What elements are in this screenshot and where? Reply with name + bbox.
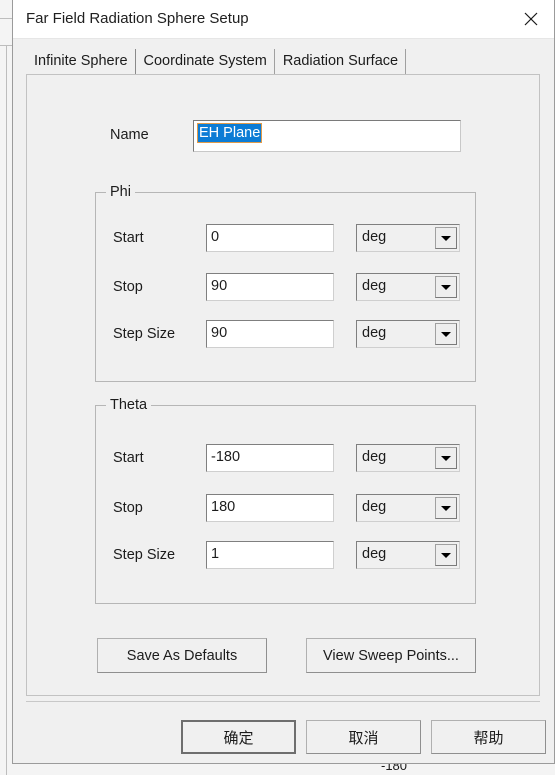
dialog-titlebar: Far Field Radiation Sphere Setup — [13, 0, 554, 39]
tabstrip: Infinite Sphere Coordinate System Radiat… — [26, 45, 407, 75]
theta-start-input[interactable]: -180 — [206, 444, 334, 472]
theta-stop-input[interactable]: 180 — [206, 494, 334, 522]
theta-step-size-input[interactable]: 1 — [206, 541, 334, 569]
theta-step-size-unit-value: deg — [362, 546, 387, 562]
background-panel-edge — [0, 18, 12, 19]
phi-stop-unit-select[interactable]: deg — [356, 273, 460, 301]
name-input[interactable]: EH Plane — [193, 120, 461, 152]
theta-start-label: Start — [113, 450, 144, 466]
chevron-down-icon[interactable] — [435, 447, 457, 469]
theta-stop-unit-select[interactable]: deg — [356, 494, 460, 522]
theta-step-size-unit-select[interactable]: deg — [356, 541, 460, 569]
tab-label: Infinite Sphere — [34, 53, 128, 69]
footer-separator — [26, 701, 540, 702]
cancel-button[interactable]: 取消 — [306, 720, 421, 754]
phi-groupbox: Phi Start 0 deg Stop 90 deg Step Size 90… — [95, 184, 476, 382]
phi-step-size-input[interactable]: 90 — [206, 320, 334, 348]
phi-step-size-unit-select[interactable]: deg — [356, 320, 460, 348]
theta-stop-unit-value: deg — [362, 499, 387, 515]
dialog-title: Far Field Radiation Sphere Setup — [26, 10, 249, 27]
phi-step-size-label: Step Size — [113, 326, 176, 342]
tab-infinite-sphere[interactable]: Infinite Sphere — [26, 47, 136, 75]
save-as-defaults-button[interactable]: Save As Defaults — [97, 638, 267, 673]
phi-stop-unit-value: deg — [362, 278, 387, 294]
tab-radiation-surface[interactable]: Radiation Surface — [274, 47, 407, 75]
close-icon[interactable] — [508, 0, 554, 37]
chevron-down-icon[interactable] — [435, 497, 457, 519]
phi-start-unit-select[interactable]: deg — [356, 224, 460, 252]
far-field-radiation-sphere-setup-dialog: Far Field Radiation Sphere Setup Infinit… — [12, 0, 555, 764]
theta-stop-label: Stop — [113, 500, 143, 516]
tab-coordinate-system[interactable]: Coordinate System — [135, 47, 276, 75]
tab-label: Coordinate System — [143, 53, 267, 69]
help-button[interactable]: 帮助 — [431, 720, 546, 754]
view-sweep-points-button[interactable]: View Sweep Points... — [306, 638, 476, 673]
phi-start-unit-value: deg — [362, 229, 387, 245]
background-panel-edge — [6, 46, 7, 775]
phi-start-input[interactable]: 0 — [206, 224, 334, 252]
tab-label: Radiation Surface — [282, 53, 399, 69]
phi-stop-label: Stop — [113, 279, 143, 295]
theta-groupbox: Theta Start -180 deg Stop 180 deg Step S… — [95, 397, 476, 604]
name-input-value: EH Plane — [196, 123, 263, 143]
theta-group-legend: Theta — [106, 397, 152, 413]
phi-step-size-unit-value: deg — [362, 325, 387, 341]
name-label: Name — [110, 127, 149, 143]
chevron-down-icon[interactable] — [435, 544, 457, 566]
chevron-down-icon[interactable] — [435, 276, 457, 298]
phi-stop-input[interactable]: 90 — [206, 273, 334, 301]
ok-button[interactable]: 确定 — [181, 720, 296, 754]
theta-step-size-label: Step Size — [113, 547, 176, 563]
phi-start-label: Start — [113, 230, 144, 246]
theta-start-unit-value: deg — [362, 449, 387, 465]
phi-group-legend: Phi — [106, 184, 135, 200]
chevron-down-icon[interactable] — [435, 227, 457, 249]
chevron-down-icon[interactable] — [435, 323, 457, 345]
theta-start-unit-select[interactable]: deg — [356, 444, 460, 472]
